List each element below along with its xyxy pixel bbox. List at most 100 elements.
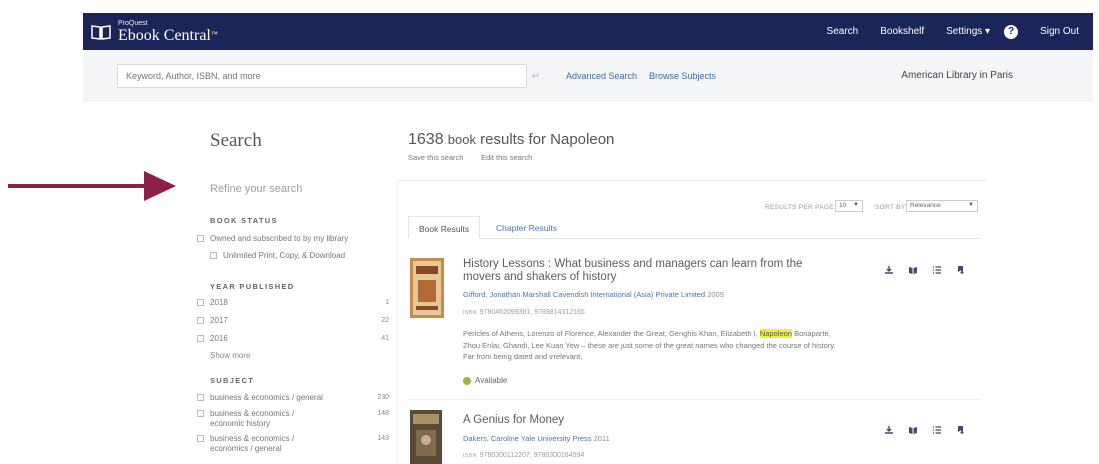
book-cover[interactable] bbox=[410, 258, 444, 318]
results-number: 1638 bbox=[408, 131, 444, 148]
result-meta: Dakers, Caroline Yale University Press 2… bbox=[463, 434, 610, 443]
browse-subjects-link[interactable]: Browse Subjects bbox=[649, 71, 716, 81]
search-box bbox=[117, 64, 527, 88]
chevron-down-icon: ▼ bbox=[853, 202, 859, 208]
search-band: ↵ Advanced Search Browse Subjects Americ… bbox=[83, 50, 1093, 102]
facet-count: 148 bbox=[377, 410, 389, 417]
results-per-page-select[interactable]: 10 ▼ bbox=[835, 200, 863, 212]
facet-count: 1 bbox=[385, 299, 389, 306]
select-value: 10 bbox=[839, 202, 847, 209]
facet-label: Unlimited Print, Copy, & Download bbox=[223, 251, 346, 260]
facet-subject[interactable]: business & economics / general 230 bbox=[197, 393, 389, 403]
facet-year-2018[interactable]: 2018 1 bbox=[197, 298, 389, 308]
availability-label: Available bbox=[475, 376, 508, 385]
add-to-bookshelf-icon[interactable] bbox=[956, 265, 966, 275]
checkbox[interactable] bbox=[197, 410, 204, 417]
result-isbn: ISBN 9780462099361, 9789814312165 bbox=[463, 309, 585, 316]
facet-label: 2017 bbox=[210, 316, 228, 325]
top-navbar: ProQuest Ebook Central™ Search Bookshelf… bbox=[83, 13, 1093, 50]
tab-chapter-results[interactable]: Chapter Results bbox=[486, 216, 567, 239]
result-meta: Gifford, Jonathan Marshall Cavendish Int… bbox=[463, 290, 724, 299]
open-book-icon bbox=[91, 25, 111, 40]
show-more-years-link[interactable]: Show more bbox=[210, 351, 250, 360]
table-of-contents-icon[interactable] bbox=[932, 265, 942, 275]
availability-status: Available bbox=[463, 376, 507, 385]
facet-count: 143 bbox=[377, 435, 389, 442]
sort-by-label: SORT BY bbox=[875, 204, 906, 211]
book-status-heading: BOOK STATUS bbox=[210, 216, 278, 225]
facet-count: 22 bbox=[381, 317, 389, 324]
publication-year: 2011 bbox=[593, 434, 610, 443]
checkbox[interactable] bbox=[197, 435, 204, 442]
result-divider bbox=[408, 399, 980, 400]
search-highlight: Napoleon bbox=[759, 329, 792, 338]
refine-search-heading: Refine your search bbox=[210, 183, 303, 195]
save-search-link[interactable]: Save this search bbox=[408, 153, 463, 162]
nav-settings-dropdown[interactable]: Settings ▾ bbox=[946, 26, 990, 37]
results-per-page-label: RESULTS PER PAGE bbox=[765, 204, 834, 211]
desc-text: Pericles of Athens, Lorenzo of Florence,… bbox=[463, 329, 758, 338]
nav-bookshelf-link[interactable]: Bookshelf bbox=[880, 26, 924, 37]
result-isbn: ISBN 9780300112207, 9780300184594 bbox=[463, 452, 584, 459]
facet-label: 2018 bbox=[210, 298, 228, 307]
isbn-value: 9780300112207, 9780300184594 bbox=[479, 452, 585, 459]
table-of-contents-icon[interactable] bbox=[932, 425, 942, 435]
checkbox[interactable] bbox=[210, 252, 217, 259]
facet-subject[interactable]: business & economics / economic history … bbox=[197, 409, 389, 429]
tab-book-results[interactable]: Book Results bbox=[408, 216, 481, 239]
facet-year-2017[interactable]: 2017 22 bbox=[197, 316, 389, 326]
sidebar-title: Search bbox=[210, 130, 262, 151]
year-published-heading: YEAR PUBLISHED bbox=[210, 282, 295, 291]
isbn-label: ISBN bbox=[463, 453, 477, 459]
select-value: Relevance bbox=[910, 202, 941, 209]
checkbox[interactable] bbox=[197, 394, 204, 401]
sort-by-select[interactable]: Relevance ▼ bbox=[906, 200, 978, 212]
subject-heading: SUBJECT bbox=[210, 376, 255, 385]
nav-search-link[interactable]: Search bbox=[827, 26, 859, 37]
publication-year: 2009 bbox=[707, 290, 724, 299]
facet-count: 230 bbox=[377, 394, 389, 401]
results-book-word: book bbox=[447, 132, 476, 147]
facet-subject[interactable]: business & economics / economics / gener… bbox=[197, 434, 389, 454]
facet-year-2016[interactable]: 2016 41 bbox=[197, 334, 389, 344]
read-online-icon[interactable] bbox=[908, 265, 918, 275]
facet-label: Owned and subscribed to by my library bbox=[210, 234, 349, 243]
sign-out-link[interactable]: Sign Out bbox=[1040, 26, 1079, 37]
publisher-link[interactable]: Marshall Cavendish International (Asia) … bbox=[523, 290, 706, 299]
search-input[interactable] bbox=[126, 71, 506, 81]
nav-links: Search Bookshelf Settings ▾ ? Sign Out bbox=[805, 13, 1079, 50]
read-online-icon[interactable] bbox=[908, 425, 918, 435]
facet-label: business & economics / general bbox=[210, 393, 323, 402]
isbn-label: ISBN bbox=[463, 310, 477, 316]
help-icon[interactable]: ? bbox=[1004, 24, 1019, 39]
download-icon[interactable] bbox=[884, 425, 894, 435]
edit-search-link[interactable]: Edit this search bbox=[481, 153, 532, 162]
facet-count: 41 bbox=[381, 335, 389, 342]
add-to-bookshelf-icon[interactable] bbox=[956, 425, 966, 435]
results-count-heading: 1638 book results for Napoleon bbox=[408, 131, 614, 149]
checkbox[interactable] bbox=[197, 317, 204, 324]
checkbox[interactable] bbox=[197, 235, 204, 242]
checkbox[interactable] bbox=[197, 299, 204, 306]
library-name: American Library in Paris bbox=[901, 70, 1013, 81]
book-cover[interactable] bbox=[410, 410, 442, 464]
facet-label: 2016 bbox=[210, 334, 228, 343]
results-query-text: results for Napoleon bbox=[480, 131, 615, 148]
facet-label: business & economics / economic history bbox=[210, 409, 295, 428]
advanced-search-link[interactable]: Advanced Search bbox=[566, 71, 637, 81]
isbn-value: 9780462099361, 9789814312165 bbox=[479, 309, 585, 316]
result-actions bbox=[870, 265, 966, 275]
result-title-link[interactable]: History Lessons : What business and mana… bbox=[463, 258, 843, 284]
result-title-link[interactable]: A Genius for Money bbox=[463, 414, 843, 427]
chevron-down-icon: ▼ bbox=[968, 202, 974, 208]
search-submit-icon[interactable]: ↵ bbox=[527, 64, 545, 88]
checkbox[interactable] bbox=[197, 335, 204, 342]
download-icon[interactable] bbox=[884, 265, 894, 275]
facet-owned[interactable]: Owned and subscribed to by my library bbox=[197, 234, 410, 244]
facet-unlimited[interactable]: Unlimited Print, Copy, & Download bbox=[210, 251, 423, 261]
result-actions bbox=[870, 425, 966, 435]
facet-label: business & economics / economics / gener… bbox=[210, 434, 295, 453]
author-link[interactable]: Gifford, Jonathan bbox=[463, 290, 520, 299]
author-link[interactable]: Dakers, Caroline bbox=[463, 434, 519, 443]
publisher-link[interactable]: Yale University Press bbox=[521, 434, 592, 443]
